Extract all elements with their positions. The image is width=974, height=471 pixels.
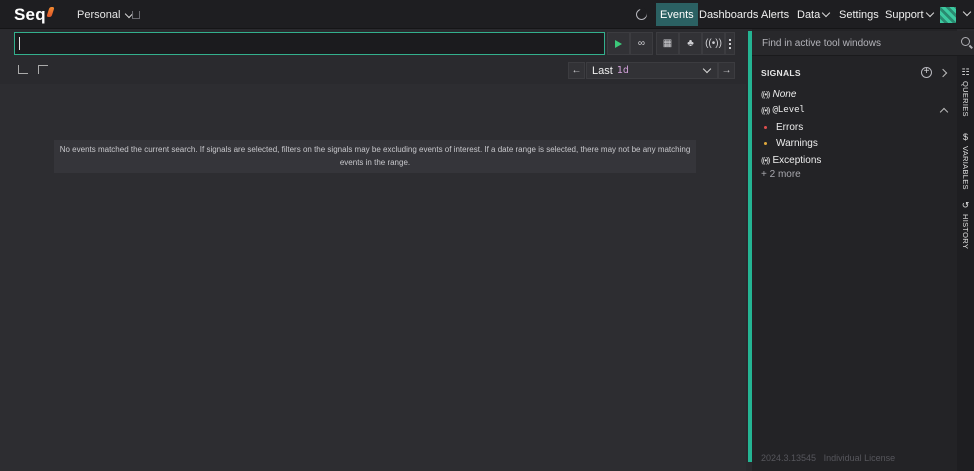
nav-dashboards[interactable]: Dashboards bbox=[695, 3, 762, 26]
nav-data[interactable]: Data bbox=[793, 3, 833, 26]
nav-settings[interactable]: Settings bbox=[835, 3, 883, 26]
signal-level-label: @Level bbox=[772, 105, 805, 115]
nav-support-label: Support bbox=[885, 8, 924, 21]
signal-none-label: None bbox=[772, 89, 797, 100]
histogram-icon[interactable] bbox=[18, 65, 28, 74]
dashboard-button[interactable]: ▦ bbox=[656, 32, 679, 55]
avatar[interactable] bbox=[940, 7, 956, 23]
signal-icon: ((•)) bbox=[761, 90, 771, 99]
more-vertical-icon bbox=[729, 38, 731, 49]
seq-flame-icon bbox=[46, 7, 55, 17]
find-placeholder: Find in active tool windows bbox=[762, 38, 881, 49]
error-dot-icon bbox=[764, 126, 767, 129]
signal-exceptions-label: Exceptions bbox=[772, 155, 822, 166]
signal-icon: ((•)) bbox=[705, 38, 722, 49]
range-prefix: Last bbox=[592, 64, 613, 77]
seq-logo[interactable]: Seq bbox=[14, 5, 55, 25]
arrow-left-icon: ← bbox=[571, 65, 582, 76]
history-icon: ↺ bbox=[961, 200, 970, 210]
chevron-down-icon bbox=[925, 8, 934, 18]
version-footer: 2024.3.13545 Individual License bbox=[761, 453, 895, 463]
signal-exceptions[interactable]: ((•)) Exceptions bbox=[761, 155, 821, 166]
tab-variables[interactable]: $ VARIABLES bbox=[957, 133, 974, 190]
nav-alerts[interactable]: Alerts bbox=[757, 3, 793, 26]
date-range-selector[interactable]: Last 1d bbox=[586, 62, 718, 79]
empty-results-message: No events matched the current search. If… bbox=[54, 140, 696, 173]
arrow-right-icon: → bbox=[721, 65, 732, 76]
range-forward-button[interactable]: → bbox=[718, 62, 735, 79]
top-bar: Seq Personal Events Dashboards Alerts Da… bbox=[0, 0, 974, 29]
text-caret bbox=[19, 37, 20, 50]
workspace-icon[interactable] bbox=[132, 11, 140, 19]
side-tab-strip bbox=[957, 56, 974, 471]
nav-settings-label: Settings bbox=[839, 8, 879, 21]
signal-errors[interactable]: Errors bbox=[776, 122, 803, 133]
warning-dot-icon bbox=[764, 142, 767, 145]
signal-icon: ((•)) bbox=[761, 105, 771, 115]
signal-none[interactable]: ((•)) None bbox=[761, 89, 796, 100]
add-signal-icon[interactable]: + bbox=[921, 67, 932, 78]
seq-window: Seq Personal Events Dashboards Alerts Da… bbox=[0, 0, 974, 471]
search-input[interactable] bbox=[14, 32, 605, 55]
dollar-icon: $ bbox=[962, 132, 968, 142]
create-alert-button[interactable]: ♣ bbox=[679, 32, 702, 55]
play-icon bbox=[615, 39, 622, 48]
find-tool-windows-input[interactable]: Find in active tool windows bbox=[752, 31, 974, 56]
run-search-button[interactable] bbox=[607, 32, 630, 55]
signals-title: SIGNALS bbox=[761, 68, 801, 78]
link-button[interactable]: ∞ bbox=[630, 32, 653, 55]
nav-dashboards-label: Dashboards bbox=[699, 8, 759, 21]
nav-events[interactable]: Events bbox=[656, 3, 698, 26]
license-text: Individual License bbox=[823, 453, 896, 463]
tab-queries[interactable]: ☷ QUERIES bbox=[957, 68, 974, 117]
nav-support[interactable]: Support bbox=[881, 3, 937, 26]
signal-warnings[interactable]: Warnings bbox=[776, 138, 818, 149]
more-options-button[interactable] bbox=[725, 32, 735, 55]
nav-events-label: Events bbox=[660, 8, 694, 21]
search-icon bbox=[961, 37, 970, 46]
signal-icon: ((•)) bbox=[761, 156, 771, 165]
range-back-button[interactable]: ← bbox=[568, 62, 585, 79]
tab-history-label: HISTORY bbox=[961, 214, 970, 250]
tab-variables-label: VARIABLES bbox=[961, 146, 970, 190]
grid-icon: ▦ bbox=[662, 38, 673, 49]
bell-plus-icon: ♣ bbox=[687, 38, 694, 49]
chevron-down-icon bbox=[822, 8, 831, 18]
queries-icon: ☷ bbox=[961, 67, 970, 77]
save-signal-button[interactable]: ((•)) bbox=[702, 32, 725, 55]
chevron-down-icon[interactable] bbox=[962, 7, 972, 17]
tab-history[interactable]: ↺ HISTORY bbox=[957, 200, 974, 250]
theme-toggle-icon[interactable] bbox=[636, 8, 647, 20]
version-text: 2024.3.13545 bbox=[761, 453, 817, 463]
chevron-down-icon bbox=[702, 64, 712, 74]
workspace-selector[interactable]: Personal bbox=[77, 9, 134, 21]
workspace-label: Personal bbox=[77, 9, 121, 21]
more-signals-link[interactable]: + 2 more bbox=[761, 169, 801, 180]
nav-alerts-label: Alerts bbox=[761, 8, 790, 21]
link-icon: ∞ bbox=[637, 38, 646, 49]
signal-group-level[interactable]: ((•)) @Level bbox=[761, 105, 805, 115]
nav-data-label: Data bbox=[797, 8, 821, 21]
range-value: 1d bbox=[616, 65, 629, 76]
sort-lines-icon[interactable] bbox=[38, 65, 48, 74]
tab-queries-label: QUERIES bbox=[961, 81, 970, 117]
